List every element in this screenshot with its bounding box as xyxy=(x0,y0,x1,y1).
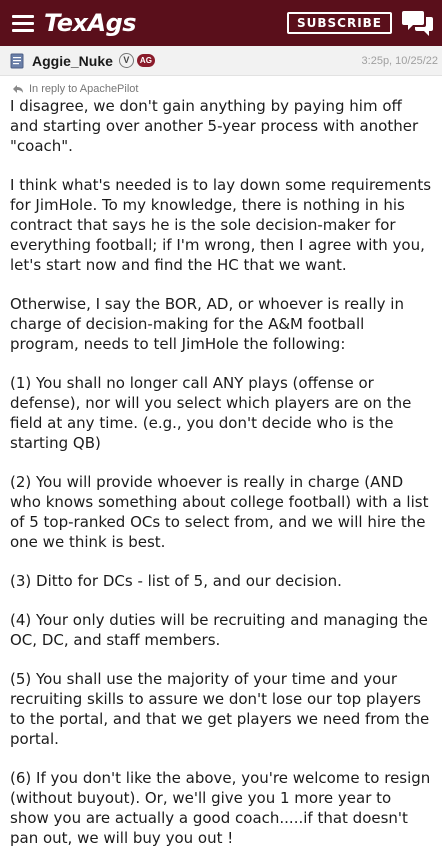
reply-to-text: In reply to ApachePilot xyxy=(29,83,139,95)
reply-to-link[interactable]: In reply to ApachePilot xyxy=(0,76,442,96)
top-navigation-bar: TexAgs SUBSCRIBE xyxy=(0,0,442,46)
post-paragraph: (5) You shall use the majority of your t… xyxy=(10,670,430,748)
post-paragraph: (6) If you don't like the above, you're … xyxy=(10,769,431,847)
post-header: Aggie_Nuke V AG 3:25p, 10/25/22 xyxy=(0,46,442,76)
post-paragraph: (4) Your only duties will be recruiting … xyxy=(10,611,428,649)
post-paragraph: Otherwise, I say the BOR, AD, or whoever… xyxy=(10,295,404,353)
post-document-icon xyxy=(10,53,24,68)
reply-arrow-icon xyxy=(13,85,23,93)
subscribe-button[interactable]: SUBSCRIBE xyxy=(286,12,392,34)
post-paragraph: I disagree, we don't gain anything by pa… xyxy=(10,97,419,155)
ag-badge: AG xyxy=(136,54,155,67)
chat-bubbles-icon[interactable] xyxy=(402,9,434,37)
author-username[interactable]: Aggie_Nuke xyxy=(32,53,113,69)
site-logo[interactable]: TexAgs xyxy=(44,9,137,37)
post-timestamp: 3:25p, 10/25/22 xyxy=(361,54,438,67)
post-paragraph: (3) Ditto for DCs - list of 5, and our d… xyxy=(10,572,342,590)
post-paragraph: (2) You will provide whoever is really i… xyxy=(10,473,429,551)
post-body: I disagree, we don't gain anything by pa… xyxy=(0,96,442,848)
post-paragraph: (1) You shall no longer call ANY plays (… xyxy=(10,374,412,452)
verified-badge: V xyxy=(118,53,134,68)
hamburger-menu-icon[interactable] xyxy=(12,14,34,32)
post-paragraph: I think what's needed is to lay down som… xyxy=(10,176,432,274)
